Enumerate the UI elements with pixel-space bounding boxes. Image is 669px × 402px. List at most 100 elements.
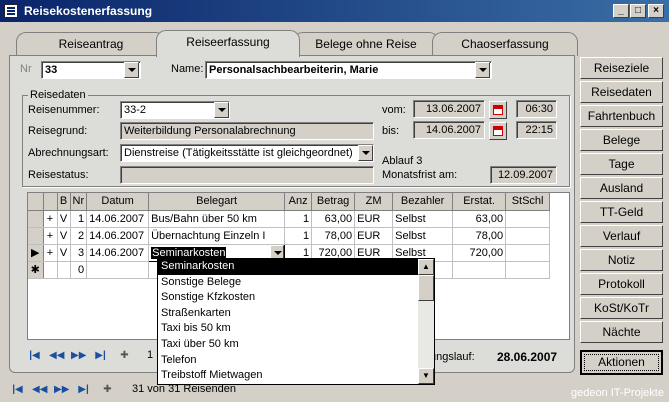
cell-stschl[interactable] xyxy=(505,227,551,245)
col-header-erstat[interactable]: Erstat. xyxy=(452,193,507,211)
cell-erstat[interactable]: 720,00 xyxy=(452,244,507,262)
cell-zm[interactable]: EUR xyxy=(354,210,394,228)
reisestatus-field[interactable] xyxy=(120,166,374,184)
cell-stschl[interactable] xyxy=(505,261,551,279)
cell-bezahler[interactable]: Selbst xyxy=(392,210,454,228)
title-bar[interactable]: Reisekostenerfassung _ □ × xyxy=(0,0,669,22)
dropdown-option[interactable]: Straßenkarten xyxy=(158,306,434,322)
col-header-betrag[interactable]: Betrag xyxy=(311,193,356,211)
reisenummer-dropdown-button[interactable] xyxy=(214,102,229,118)
dropdown-option[interactable]: Sonstige Belege xyxy=(158,275,434,291)
cell-erstat[interactable]: 78,00 xyxy=(452,227,507,245)
row-selector[interactable] xyxy=(28,210,44,228)
col-header-zm[interactable]: ZM xyxy=(354,193,394,211)
side-button-notiz[interactable]: Notiz xyxy=(580,249,663,271)
belegart-dropdown-list[interactable]: Seminarkosten Sonstige Belege Sonstige K… xyxy=(157,258,435,385)
current-row-arrow-icon[interactable]: ▶ xyxy=(28,244,44,262)
col-header-bezahler[interactable]: Bezahler xyxy=(392,193,454,211)
cell-datum[interactable] xyxy=(86,261,150,279)
side-button-naechte[interactable]: Nächte xyxy=(580,321,663,343)
side-button-kost-kotr[interactable]: KoSt/KoTr xyxy=(580,297,663,319)
close-button[interactable]: × xyxy=(648,4,664,18)
cell-betrag[interactable]: 63,00 xyxy=(311,210,356,228)
vom-time-field[interactable]: 06:30 xyxy=(516,100,557,118)
last-record-icon[interactable]: ▶| xyxy=(76,383,91,397)
vom-date-field[interactable]: 13.06.2007 xyxy=(413,100,485,118)
first-record-icon[interactable]: |◀ xyxy=(10,383,25,397)
bis-calendar-button[interactable] xyxy=(489,122,507,140)
nr-dropdown-button[interactable] xyxy=(124,62,139,78)
scroll-down-icon[interactable]: ▼ xyxy=(418,368,434,384)
side-button-tage[interactable]: Tage xyxy=(580,153,663,175)
new-record-icon[interactable]: ✚ xyxy=(100,383,115,397)
vom-calendar-button[interactable] xyxy=(489,101,507,119)
abrechnungsart-dropdown-button[interactable] xyxy=(358,145,373,161)
expand-plus-icon[interactable]: + xyxy=(43,210,58,228)
cell-nr[interactable]: 1 xyxy=(70,210,88,228)
cell-datum[interactable]: 14.06.2007 xyxy=(86,227,150,245)
dropdown-option-selected[interactable]: Seminarkosten xyxy=(158,259,434,275)
next-record-icon[interactable]: ▶▶ xyxy=(71,349,86,363)
cell-anz[interactable]: 1 xyxy=(284,227,313,245)
side-button-protokoll[interactable]: Protokoll xyxy=(580,273,663,295)
previous-record-icon[interactable]: ◀◀ xyxy=(49,349,64,363)
bis-time-field[interactable]: 22:15 xyxy=(516,121,557,139)
cell-b[interactable] xyxy=(57,261,71,279)
dropdown-option[interactable]: Taxi über 50 km xyxy=(158,337,434,353)
row-selector[interactable] xyxy=(28,227,44,245)
cell-anz[interactable]: 1 xyxy=(284,210,313,228)
reisegrund-field[interactable]: Weiterbildung Personalabrechnung xyxy=(120,122,374,140)
monatsfrist-field[interactable]: 12.09.2007 xyxy=(490,166,557,184)
dropdown-scrollbar[interactable]: ▲ ▼ xyxy=(418,259,434,384)
expand-plus-icon[interactable] xyxy=(43,261,58,279)
scroll-up-icon[interactable]: ▲ xyxy=(418,259,434,275)
col-header-anz[interactable]: Anz xyxy=(284,193,313,211)
minimize-button[interactable]: _ xyxy=(613,4,629,18)
cell-belegart[interactable]: Übernachtung Einzeln I xyxy=(148,227,286,245)
scroll-thumb[interactable] xyxy=(418,275,434,301)
cell-bezahler[interactable]: Selbst xyxy=(392,227,454,245)
first-record-icon[interactable]: |◀ xyxy=(27,349,42,363)
maximize-button[interactable]: □ xyxy=(630,4,646,18)
tab-belege-ohne-reise[interactable]: Belege ohne Reise xyxy=(293,32,439,56)
cell-erstat[interactable]: 63,00 xyxy=(452,210,507,228)
tab-reiseerfassung[interactable]: Reiseerfassung xyxy=(156,30,300,57)
col-header-b[interactable]: B xyxy=(57,193,71,211)
side-button-reiseziele[interactable]: Reiseziele xyxy=(580,57,663,79)
side-button-verlauf[interactable]: Verlauf xyxy=(580,225,663,247)
cell-b[interactable]: V xyxy=(57,210,71,228)
cell-betrag[interactable]: 78,00 xyxy=(311,227,356,245)
tab-chaoserfassung[interactable]: Chaoserfassung xyxy=(432,32,578,56)
col-header-datum[interactable]: Datum xyxy=(86,193,150,211)
table-row[interactable]: + V 1 14.06.2007 Bus/Bahn über 50 km 1 6… xyxy=(28,210,551,228)
cell-datum[interactable]: 14.06.2007 xyxy=(86,210,150,228)
side-button-reisedaten[interactable]: Reisedaten xyxy=(580,81,663,103)
cell-zm[interactable]: EUR xyxy=(354,227,394,245)
expand-plus-icon[interactable]: + xyxy=(43,244,58,262)
previous-record-icon[interactable]: ◀◀ xyxy=(32,383,47,397)
cell-stschl[interactable] xyxy=(505,244,551,262)
new-record-icon[interactable]: ✱ xyxy=(28,261,44,279)
side-button-fahrtenbuch[interactable]: Fahrtenbuch xyxy=(580,105,663,127)
next-record-icon[interactable]: ▶▶ xyxy=(54,383,69,397)
dropdown-option[interactable]: Sonstige Kfzkosten xyxy=(158,290,434,306)
table-row[interactable]: + V 2 14.06.2007 Übernachtung Einzeln I … xyxy=(28,227,551,245)
col-header-belegart[interactable]: Belegart xyxy=(148,193,286,211)
cell-erstat[interactable] xyxy=(452,261,507,279)
side-button-ausland[interactable]: Ausland xyxy=(580,177,663,199)
dropdown-option[interactable]: Taxi bis 50 km xyxy=(158,321,434,337)
cell-nr[interactable]: 3 xyxy=(70,244,88,262)
name-combobox[interactable]: Personalsachbearbeiterin, Marie xyxy=(205,61,492,79)
cell-b[interactable]: V xyxy=(57,227,71,245)
side-button-belege[interactable]: Belege xyxy=(580,129,663,151)
dropdown-option[interactable]: Treibstoff Mietwagen xyxy=(158,368,434,384)
cell-nr[interactable]: 0 xyxy=(70,261,88,279)
cell-datum[interactable]: 14.06.2007 xyxy=(86,244,150,262)
col-header-nr[interactable]: Nr xyxy=(70,193,88,211)
cell-stschl[interactable] xyxy=(505,210,551,228)
expand-plus-icon[interactable]: + xyxy=(43,227,58,245)
tab-reiseantrag[interactable]: Reiseantrag xyxy=(16,32,166,56)
cell-b[interactable]: V xyxy=(57,244,71,262)
last-record-icon[interactable]: ▶| xyxy=(93,349,108,363)
abrechnungsart-combobox[interactable]: Dienstreise (Tätigkeitsstätte ist gleich… xyxy=(120,144,374,162)
